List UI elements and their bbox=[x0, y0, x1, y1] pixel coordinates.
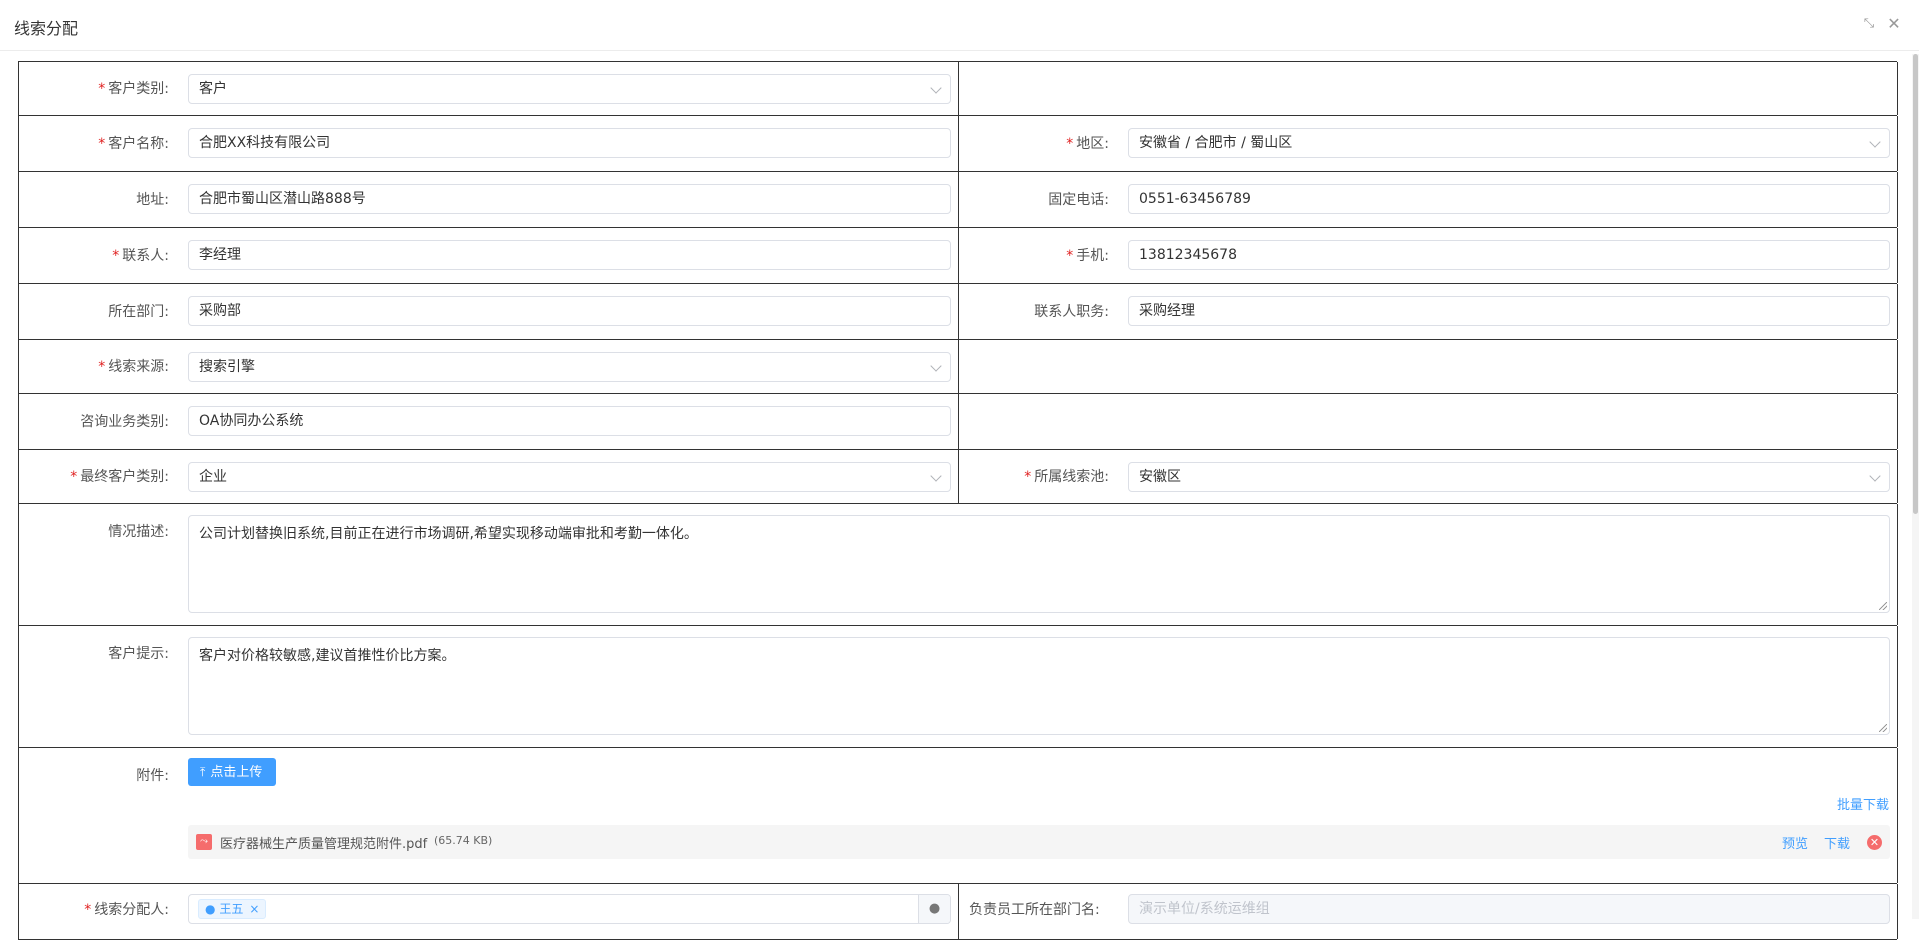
form-cell: * 线索分配人: ● 王五 × ● bbox=[19, 884, 959, 939]
attachment-label: 附件: bbox=[136, 768, 169, 784]
form-cell: 联系人职务: 采购经理 bbox=[959, 284, 1898, 339]
form-row: 附件: ⤒ 点击上传 批量下载 ⤳ 医疗器械生产质量管理规范附件.pdf (65.… bbox=[19, 748, 1898, 884]
region-cascader[interactable]: 安徽省 / 合肥市 / 蜀山区 bbox=[1128, 128, 1890, 158]
lead-pool-select[interactable]: 安徽区 bbox=[1128, 462, 1890, 492]
form-cell: 附件: ⤒ 点击上传 批量下载 ⤳ 医疗器械生产质量管理规范附件.pdf (65.… bbox=[19, 748, 1898, 883]
customer-type-select[interactable]: 客户 bbox=[188, 74, 951, 104]
resize-handle-icon[interactable] bbox=[1879, 724, 1887, 732]
lead-source-select[interactable]: 搜索引擎 bbox=[188, 352, 951, 382]
form-cell: * 最终客户类别: 企业 bbox=[19, 450, 959, 503]
form-row: 地址: 合肥市蜀山区潜山路888号 固定电话: 0551-63456789 bbox=[19, 172, 1898, 228]
form-cell-empty bbox=[959, 340, 1898, 393]
attachment-file-size: (65.74 KB) bbox=[434, 834, 493, 847]
customer-tip-textarea[interactable]: 客户对价格较敏感,建议首推性价比方案。 bbox=[188, 637, 1890, 735]
assigner-tag: ● 王五 × bbox=[198, 899, 267, 919]
chevron-down-icon bbox=[930, 82, 942, 94]
form-cell: * 手机: 13812345678 bbox=[959, 228, 1898, 283]
chevron-down-icon bbox=[930, 470, 942, 482]
form-row: * 线索分配人: ● 王五 × ● 负责员工所在部门名: 演示单位/系统运维组 bbox=[19, 884, 1898, 940]
form-cell: 客户提示: 客户对价格较敏感,建议首推性价比方案。 bbox=[19, 626, 1898, 747]
form-row: 客户提示: 客户对价格较敏感,建议首推性价比方案。 bbox=[19, 626, 1898, 748]
shrink-icon[interactable]: ⤡ bbox=[1861, 16, 1877, 32]
lead-form: * 客户类别: 客户 * 客户名称: 合肥XX科技有限公司 * 地区: 安徽省 / 合… bbox=[18, 61, 1898, 940]
form-cell: 负责员工所在部门名: 演示单位/系统运维组 bbox=[959, 884, 1898, 939]
lead-source-label: * 线索来源: bbox=[98, 359, 169, 375]
form-cell-empty bbox=[959, 62, 1898, 115]
customer-name-label: * 客户名称: bbox=[98, 136, 169, 152]
assigner-label: * 线索分配人: bbox=[84, 902, 169, 918]
assigner-picker[interactable]: ● 王五 × ● bbox=[188, 894, 951, 924]
attachment-file-name[interactable]: 医疗器械生产质量管理规范附件.pdf bbox=[220, 833, 427, 852]
customer-type-label: * 客户类别: bbox=[98, 81, 169, 97]
address-input[interactable]: 合肥市蜀山区潜山路888号 bbox=[188, 184, 951, 214]
contact-title-label: 联系人职务: bbox=[1034, 304, 1109, 320]
pdf-icon: ⤳ bbox=[196, 834, 212, 850]
phone-input[interactable]: 0551-63456789 bbox=[1128, 184, 1890, 214]
form-row: * 最终客户类别: 企业 * 所属线索池: 安徽区 bbox=[19, 450, 1898, 504]
form-row: 所在部门: 采购部 联系人职务: 采购经理 bbox=[19, 284, 1898, 340]
chevron-down-icon bbox=[1869, 136, 1881, 148]
chevron-down-icon bbox=[1869, 470, 1881, 482]
form-row: 情况描述: 公司计划替换旧系统,目前正在进行市场调研,希望实现移动端审批和考勤一… bbox=[19, 504, 1898, 626]
form-row: * 客户类别: 客户 bbox=[19, 62, 1898, 116]
upload-icon: ⤒ bbox=[200, 765, 206, 779]
department-label: 所在部门: bbox=[108, 304, 169, 320]
final-customer-type-select[interactable]: 企业 bbox=[188, 462, 951, 492]
scrollbar[interactable] bbox=[1912, 54, 1919, 919]
attachment-file-item: ⤳ 医疗器械生产质量管理规范附件.pdf (65.74 KB) 预览 下载 ✕ bbox=[188, 825, 1890, 859]
form-row: * 客户名称: 合肥XX科技有限公司 * 地区: 安徽省 / 合肥市 / 蜀山区 bbox=[19, 116, 1898, 172]
consult-type-label: 咨询业务类别: bbox=[80, 414, 169, 430]
form-cell: 固定电话: 0551-63456789 bbox=[959, 172, 1898, 227]
chevron-down-icon bbox=[930, 360, 942, 372]
customer-tip-label: 客户提示: bbox=[108, 646, 169, 662]
preview-link[interactable]: 预览 bbox=[1782, 833, 1808, 852]
form-cell: 情况描述: 公司计划替换旧系统,目前正在进行市场调研,希望实现移动端审批和考勤一… bbox=[19, 504, 1898, 625]
owner-dept-input: 演示单位/系统运维组 bbox=[1128, 894, 1890, 924]
form-row: * 联系人: 李经理 * 手机: 13812345678 bbox=[19, 228, 1898, 284]
customer-name-input[interactable]: 合肥XX科技有限公司 bbox=[188, 128, 951, 158]
form-row: 咨询业务类别: OA协同办公系统 bbox=[19, 394, 1898, 450]
contact-title-input[interactable]: 采购经理 bbox=[1128, 296, 1890, 326]
form-cell: 咨询业务类别: OA协同办公系统 bbox=[19, 394, 959, 449]
scrollbar-thumb[interactable] bbox=[1913, 54, 1918, 514]
contact-label: * 联系人: bbox=[112, 248, 169, 264]
user-icon: ● bbox=[205, 902, 216, 916]
address-label: 地址: bbox=[136, 192, 169, 208]
close-icon[interactable]: ✕ bbox=[1886, 16, 1902, 32]
form-cell: * 客户类别: 客户 bbox=[19, 62, 959, 115]
consult-type-input[interactable]: OA协同办公系统 bbox=[188, 406, 951, 436]
contact-input[interactable]: 李经理 bbox=[188, 240, 951, 270]
tag-remove-icon[interactable]: × bbox=[249, 902, 259, 916]
form-cell: * 客户名称: 合肥XX科技有限公司 bbox=[19, 116, 959, 171]
delete-icon[interactable]: ✕ bbox=[1867, 835, 1882, 850]
upload-button[interactable]: ⤒ 点击上传 bbox=[188, 758, 277, 786]
form-cell: 所在部门: 采购部 bbox=[19, 284, 959, 339]
mobile-input[interactable]: 13812345678 bbox=[1128, 240, 1890, 270]
form-cell: * 联系人: 李经理 bbox=[19, 228, 959, 283]
form-cell-empty bbox=[959, 394, 1898, 449]
batch-download-link[interactable]: 批量下载 bbox=[1837, 794, 1889, 813]
phone-label: 固定电话: bbox=[1048, 192, 1109, 208]
resize-handle-icon[interactable] bbox=[1879, 602, 1887, 610]
dialog-title: 线索分配 bbox=[14, 19, 79, 38]
form-cell: * 线索来源: 搜索引擎 bbox=[19, 340, 959, 393]
form-cell: 地址: 合肥市蜀山区潜山路888号 bbox=[19, 172, 959, 227]
mobile-label: * 手机: bbox=[1066, 248, 1109, 264]
download-link[interactable]: 下载 bbox=[1824, 833, 1850, 852]
form-cell: * 地区: 安徽省 / 合肥市 / 蜀山区 bbox=[959, 116, 1898, 171]
situation-textarea[interactable]: 公司计划替换旧系统,目前正在进行市场调研,希望实现移动端审批和考勤一体化。 bbox=[188, 515, 1890, 613]
final-customer-type-label: * 最终客户类别: bbox=[70, 469, 169, 485]
department-input[interactable]: 采购部 bbox=[188, 296, 951, 326]
lead-pool-label: * 所属线索池: bbox=[1024, 469, 1109, 485]
owner-dept-label: 负责员工所在部门名: bbox=[969, 902, 1100, 918]
form-row: * 线索来源: 搜索引擎 bbox=[19, 340, 1898, 394]
region-label: * 地区: bbox=[1066, 136, 1109, 152]
form-cell: * 所属线索池: 安徽区 bbox=[959, 450, 1898, 503]
dialog-header: 线索分配 ⤡ ✕ bbox=[0, 0, 1919, 51]
situation-label: 情况描述: bbox=[108, 524, 169, 540]
